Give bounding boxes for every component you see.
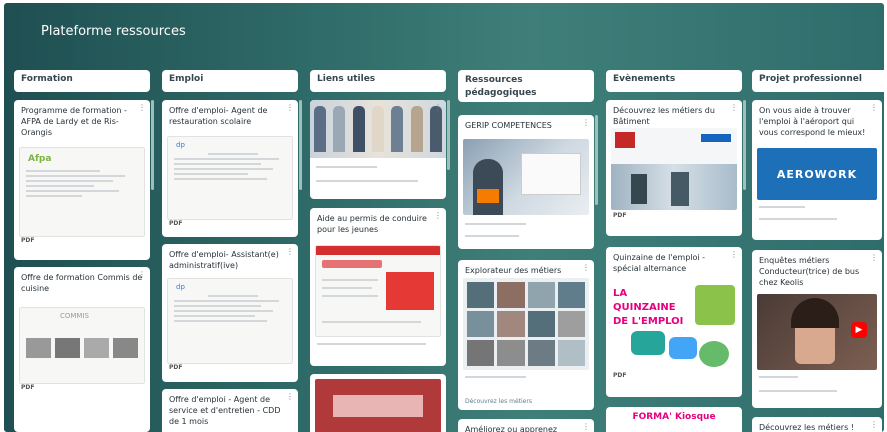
post-title: Améliorez ou apprenez	[465, 425, 558, 432]
post-title: Offre d'emploi- Agent de restauration sc…	[169, 106, 268, 126]
post-title: Explorateur des métiers	[465, 266, 562, 275]
post-preview: dp	[167, 136, 293, 220]
column-header[interactable]: Ressources pédagogiques	[458, 70, 594, 102]
column-evenements: Evènements	[606, 70, 742, 92]
more-icon[interactable]: ⋮	[730, 103, 738, 112]
post-card[interactable]: Découvrez les métiers ! ⋮	[752, 417, 882, 432]
post-card[interactable]: Découvrez les métiers du Bâtiment ⋮ PDF	[606, 100, 742, 236]
post-image	[463, 139, 589, 215]
pdf-label: PDF	[169, 364, 183, 371]
post-card[interactable]: On vous aide à trouver l'emploi à l'aéro…	[752, 100, 882, 240]
post-title: Offre d'emploi- Assistant(e) administrat…	[169, 250, 279, 270]
post-card[interactable]	[310, 374, 446, 432]
more-icon[interactable]: ⋮	[138, 103, 146, 112]
pdf-label: PDF	[21, 237, 35, 244]
post-image	[310, 100, 446, 158]
post-title: Programme de formation - AFPA de Lardy e…	[21, 106, 127, 137]
post-card[interactable]: Offre d'emploi- Assistant(e) administrat…	[162, 244, 298, 382]
more-icon[interactable]: ⋮	[870, 103, 878, 112]
column-header[interactable]: Evènements	[606, 70, 742, 92]
more-icon[interactable]: ⋮	[870, 420, 878, 429]
more-icon[interactable]: ⋮	[434, 103, 442, 112]
column-header[interactable]: Projet professionnel	[752, 70, 884, 92]
column-header[interactable]: Formation	[14, 70, 150, 92]
poster-title: FORMA' Kiosque	[632, 412, 716, 422]
post-title: Quinzaine de l'emploi - spécial alternan…	[613, 253, 706, 273]
play-icon[interactable]: ▶	[851, 322, 867, 338]
post-image	[611, 128, 737, 210]
more-icon[interactable]: ⋮	[138, 270, 146, 279]
post-card[interactable]: Améliorez ou apprenez ⋮	[458, 419, 594, 432]
logo-text: AEROWORK	[776, 167, 858, 181]
video-thumbnail[interactable]: ▶	[757, 294, 877, 370]
more-icon[interactable]: ⋮	[870, 253, 878, 262]
board-title: Plateforme ressources	[41, 24, 186, 39]
more-icon[interactable]: ⋮	[286, 392, 294, 401]
column-scrollbar[interactable]	[743, 100, 746, 190]
more-icon[interactable]: ⋮	[286, 247, 294, 256]
pdf-label: PDF	[613, 372, 627, 379]
post-title: Découvrez les métiers du Bâtiment	[613, 106, 715, 126]
post-title: On vous aide à trouver l'emploi à l'aéro…	[759, 106, 866, 137]
column-ressources-pedagogiques: Ressources pédagogiques	[458, 70, 594, 102]
post-preview: Afpa	[19, 147, 145, 237]
column-scrollbar[interactable]	[299, 100, 302, 190]
post-card[interactable]: Quinzaine de l'emploi - spécial alternan…	[606, 247, 742, 397]
post-image: LA QUINZAINE DE L'EMPLOI	[611, 281, 737, 371]
post-title: Enquêtes métiers Conducteur(trice) de bu…	[759, 256, 860, 287]
more-icon[interactable]: ⋮	[730, 250, 738, 259]
poster-title: LA QUINZAINE DE L'EMPLOI	[613, 288, 684, 327]
post-image	[463, 278, 589, 370]
post-title: GERIP COMPETENCES	[465, 121, 552, 130]
post-footer: Découvrez les métiers	[465, 398, 532, 405]
post-card[interactable]: ⋮	[310, 100, 446, 199]
padlet-board: Plateforme ressources Formation Programm…	[4, 3, 884, 432]
more-icon[interactable]: ⋮	[582, 118, 590, 127]
more-icon[interactable]: ⋮	[286, 103, 294, 112]
post-preview	[315, 245, 441, 337]
column-scrollbar[interactable]	[595, 115, 598, 205]
post-card[interactable]: Offre d'emploi - Agent de service et d'e…	[162, 389, 298, 432]
post-title: Offre de formation Commis de cuisine	[21, 273, 143, 293]
post-title: Offre d'emploi - Agent de service et d'e…	[169, 395, 281, 426]
column-header[interactable]: Liens utiles	[310, 70, 446, 92]
more-icon[interactable]: ⋮	[582, 422, 590, 431]
column-scrollbar[interactable]	[447, 100, 450, 170]
column-formation: Formation	[14, 70, 150, 92]
aerowork-logo: AEROWORK	[757, 148, 877, 200]
post-card[interactable]: Aide au permis de conduire pour les jeun…	[310, 208, 446, 366]
post-preview: dp	[167, 278, 293, 364]
post-card[interactable]: GERIP COMPETENCES ⋮	[458, 115, 594, 249]
more-icon[interactable]: ⋮	[434, 211, 442, 220]
more-icon[interactable]: ⋮	[582, 263, 590, 272]
column-liens-utiles: Liens utiles	[310, 70, 446, 92]
post-card[interactable]: Explorateur des métiers ⋮ Découvrez les …	[458, 260, 594, 410]
pdf-label: PDF	[613, 212, 627, 219]
post-card[interactable]: Programme de formation - AFPA de Lardy e…	[14, 100, 150, 260]
post-title: Découvrez les métiers !	[759, 423, 855, 432]
post-preview: COMMIS	[19, 307, 145, 384]
post-card[interactable]: Offre de formation Commis de cuisine ⋮ C…	[14, 267, 150, 432]
column-emploi: Emploi	[162, 70, 298, 92]
post-card[interactable]: FORMA' Kiosque	[606, 407, 742, 432]
column-header[interactable]: Emploi	[162, 70, 298, 92]
column-projet-professionnel: Projet professionnel	[752, 70, 884, 92]
post-card[interactable]: Enquêtes métiers Conducteur(trice) de bu…	[752, 250, 882, 408]
column-scrollbar[interactable]	[151, 100, 154, 190]
post-card[interactable]: Offre d'emploi- Agent de restauration sc…	[162, 100, 298, 237]
pdf-label: PDF	[169, 220, 183, 227]
pdf-label: PDF	[21, 384, 35, 391]
post-title: Aide au permis de conduire pour les jeun…	[317, 214, 427, 234]
post-image	[315, 379, 441, 432]
